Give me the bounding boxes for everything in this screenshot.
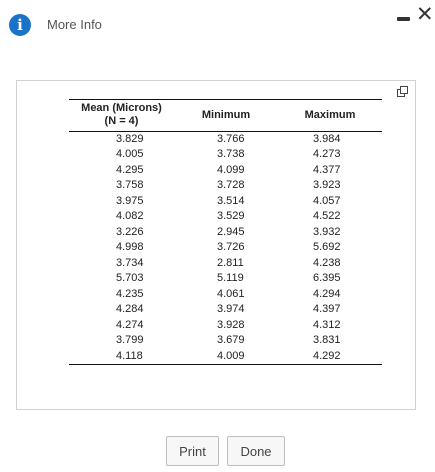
cell-maximum: 4.057 — [313, 194, 341, 207]
cell-minimum: 3.766 — [217, 133, 245, 145]
cell-maximum: 4.312 — [313, 318, 341, 331]
cell-maximum: 4.294 — [313, 287, 341, 300]
copy-icon[interactable] — [397, 86, 409, 97]
cell-mean: 3.758 — [116, 179, 144, 192]
table-row: 4.082 3.529 4.522 — [69, 209, 382, 225]
cell-mean: 4.998 — [116, 241, 144, 254]
dialog-title: More Info — [47, 17, 102, 32]
cell-mean: 4.274 — [116, 318, 144, 331]
cell-mean: 3.734 — [116, 256, 144, 269]
table-row: 4.235 4.061 4.294 — [69, 287, 382, 303]
cell-mean: 4.235 — [116, 287, 144, 300]
cell-mean: 4.118 — [69, 348, 174, 365]
done-button[interactable]: Done — [227, 436, 285, 466]
minimize-icon[interactable] — [397, 17, 410, 21]
cell-maximum: 5.692 — [313, 241, 341, 254]
cell-maximum: 4.397 — [313, 303, 341, 316]
cell-mean: 4.284 — [116, 303, 144, 316]
cell-minimum: 2.945 — [217, 225, 245, 238]
column-header-minimum: Minimum — [174, 99, 278, 132]
cell-minimum: 4.099 — [217, 163, 245, 176]
cell-minimum: 3.726 — [217, 241, 245, 254]
table-row: 4.998 3.726 5.692 — [69, 240, 382, 256]
cell-maximum: 3.984 — [313, 133, 341, 145]
cell-minimum: 3.738 — [217, 148, 245, 161]
cell-minimum: 3.928 — [217, 318, 245, 331]
cell-mean: 3.829 — [116, 133, 144, 145]
cell-mean: 3.226 — [116, 225, 144, 238]
cell-mean: 4.082 — [116, 210, 144, 223]
cell-maximum: 3.932 — [313, 225, 341, 238]
table-row: 3.799 3.679 3.831 — [69, 333, 382, 349]
table-body: 3.829 3.766 3.984 4.005 3.738 4.273 4.295 4.099… — [69, 132, 382, 365]
cell-minimum: 3.728 — [217, 179, 245, 192]
cell-maximum: 4.238 — [313, 256, 341, 269]
cell-mean: 3.799 — [116, 334, 144, 347]
table-row: 3.975 3.514 4.057 — [69, 194, 382, 210]
table-row: 3.226 2.945 3.932 — [69, 225, 382, 241]
cell-mean: 4.005 — [116, 148, 144, 161]
cell-maximum: 4.377 — [313, 163, 341, 176]
cell-mean: 4.295 — [116, 163, 144, 176]
column-header-mean: Mean (Microns) (N = 4) — [69, 99, 174, 132]
print-button[interactable]: Print — [166, 436, 219, 466]
table-row: 3.758 3.728 3.923 — [69, 178, 382, 194]
cell-maximum: 3.831 — [313, 334, 341, 347]
table-row: 4.274 3.928 4.312 — [69, 318, 382, 334]
close-icon[interactable]: ✕ — [416, 4, 434, 25]
cell-minimum: 3.514 — [217, 194, 245, 207]
column-header-maximum: Maximum — [278, 99, 382, 132]
cell-maximum: 3.923 — [313, 179, 341, 192]
cell-maximum: 4.522 — [313, 210, 341, 223]
table-row: 3.829 3.766 3.984 — [69, 132, 382, 148]
dialog-header: i More Info ✕ — [0, 0, 435, 50]
table-row: 5.703 5.119 6.395 — [69, 271, 382, 287]
table-row: 4.295 4.099 4.377 — [69, 163, 382, 179]
cell-minimum: 4.061 — [217, 287, 245, 300]
cell-mean: 5.703 — [116, 272, 144, 285]
data-table: Mean (Microns) (N = 4) Minimum Maximum 3… — [69, 99, 382, 365]
cell-maximum: 6.395 — [313, 272, 341, 285]
table-row: 4.284 3.974 4.397 — [69, 302, 382, 318]
table-row: 4.005 3.738 4.273 — [69, 147, 382, 163]
cell-minimum: 4.009 — [174, 348, 278, 365]
cell-minimum: 3.974 — [217, 303, 245, 316]
table-panel: Mean (Microns) (N = 4) Minimum Maximum 3… — [16, 80, 416, 410]
cell-maximum: 4.292 — [278, 348, 382, 365]
cell-minimum: 3.679 — [217, 334, 245, 347]
cell-minimum: 2.811 — [217, 256, 244, 269]
table-row: 4.118 4.009 4.292 — [69, 348, 382, 365]
cell-minimum: 5.119 — [217, 272, 244, 285]
cell-maximum: 4.273 — [313, 148, 341, 161]
cell-minimum: 3.529 — [217, 210, 245, 223]
table-row: 3.734 2.811 4.238 — [69, 256, 382, 272]
cell-mean: 3.975 — [116, 194, 144, 207]
table-header-row: Mean (Microns) (N = 4) Minimum Maximum — [69, 99, 382, 132]
info-icon: i — [9, 14, 31, 36]
